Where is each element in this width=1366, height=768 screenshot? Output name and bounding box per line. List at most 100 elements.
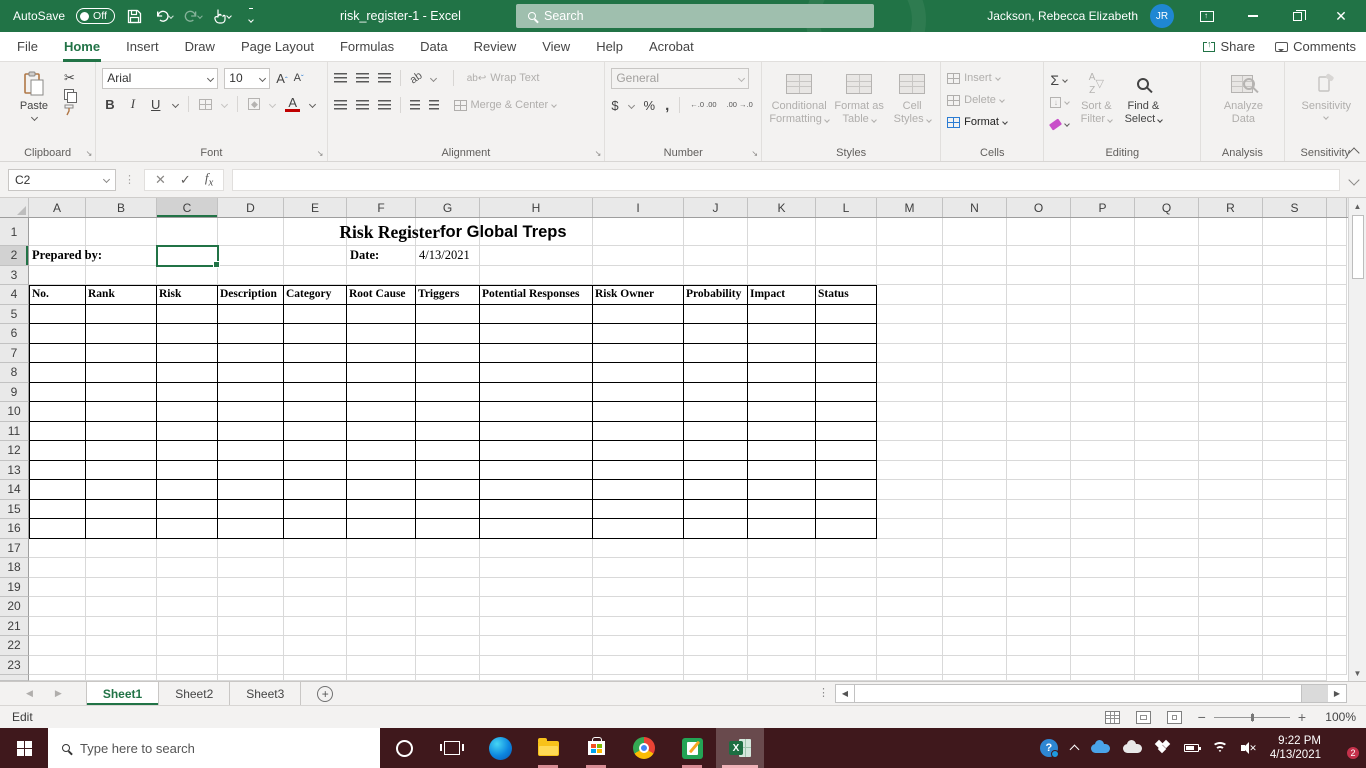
- cell-A14[interactable]: [29, 480, 86, 500]
- cell-L5[interactable]: [816, 304, 877, 324]
- cell-A18[interactable]: [29, 558, 86, 578]
- cell-D23[interactable]: [218, 655, 284, 675]
- cell-O6[interactable]: [1007, 324, 1071, 344]
- cell-O4[interactable]: [1007, 285, 1071, 305]
- tab-scroll-splitter[interactable]: ⋮: [818, 686, 829, 699]
- cell-P2[interactable]: [1071, 246, 1135, 266]
- cell-O1[interactable]: [1007, 218, 1071, 246]
- undo-icon[interactable]: [155, 7, 174, 25]
- taskbar-search-input[interactable]: [80, 740, 330, 756]
- cell-G12[interactable]: [416, 441, 480, 461]
- zoom-slider[interactable]: [1213, 712, 1290, 722]
- cell-K11[interactable]: [748, 421, 816, 441]
- cell-G23[interactable]: [416, 655, 480, 675]
- cell-N6[interactable]: [943, 324, 1007, 344]
- cell-M11[interactable]: [877, 421, 943, 441]
- cell-P22[interactable]: [1071, 636, 1135, 656]
- cell-R6[interactable]: [1199, 324, 1263, 344]
- cell-H2[interactable]: [480, 246, 593, 266]
- cell-J7[interactable]: [684, 343, 748, 363]
- cell-E12[interactable]: [284, 441, 347, 461]
- dropbox-icon[interactable]: [1154, 739, 1171, 755]
- cell-B21[interactable]: [86, 616, 157, 636]
- cell-I11[interactable]: [593, 421, 684, 441]
- cell-E6[interactable]: [284, 324, 347, 344]
- increase-font-size-icon[interactable]: Aˆ: [276, 71, 287, 86]
- cell-F6[interactable]: [347, 324, 416, 344]
- cell-H17[interactable]: [480, 538, 593, 558]
- format-cells-button[interactable]: Format: [947, 112, 1008, 132]
- name-box[interactable]: C2: [8, 168, 116, 191]
- cell-O5[interactable]: [1007, 304, 1071, 324]
- cell-B16[interactable]: [86, 519, 157, 539]
- cell-Q1[interactable]: [1135, 218, 1199, 246]
- sheet-tab-sheet2[interactable]: Sheet2: [159, 682, 231, 705]
- row-header-16[interactable]: 16: [0, 519, 29, 539]
- cell-B15[interactable]: [86, 499, 157, 519]
- cell-G15[interactable]: [416, 499, 480, 519]
- cell-C15[interactable]: [157, 499, 218, 519]
- tab-data[interactable]: Data: [407, 32, 460, 62]
- cell-M20[interactable]: [877, 597, 943, 617]
- cell-N12[interactable]: [943, 441, 1007, 461]
- row-header-20[interactable]: 20: [0, 597, 29, 617]
- cell-J9[interactable]: [684, 382, 748, 402]
- cell-C8[interactable]: [157, 363, 218, 383]
- cell-S4[interactable]: [1263, 285, 1327, 305]
- increase-indent-icon[interactable]: [428, 100, 439, 110]
- cell-P6[interactable]: [1071, 324, 1135, 344]
- cell-B14[interactable]: [86, 480, 157, 500]
- cell-J21[interactable]: [684, 616, 748, 636]
- number-dialog-launcher[interactable]: ↘: [751, 149, 758, 158]
- cell-F22[interactable]: [347, 636, 416, 656]
- cell-S2[interactable]: [1263, 246, 1327, 266]
- scroll-left-icon[interactable]: ◀: [836, 685, 854, 702]
- cell-Q3[interactable]: [1135, 265, 1199, 285]
- column-header-R[interactable]: R: [1199, 198, 1263, 217]
- cell-Q7[interactable]: [1135, 343, 1199, 363]
- cell-A22[interactable]: [29, 636, 86, 656]
- number-format-combo[interactable]: General: [611, 67, 750, 89]
- row-header-17[interactable]: 17: [0, 538, 29, 558]
- cell-F13[interactable]: [347, 460, 416, 480]
- fill-color-icon[interactable]: ◆: [248, 98, 261, 110]
- get-help-icon[interactable]: ?: [1039, 739, 1059, 758]
- cell-Q13[interactable]: [1135, 460, 1199, 480]
- cell-S10[interactable]: [1263, 402, 1327, 422]
- cell-P20[interactable]: [1071, 597, 1135, 617]
- cell-R1[interactable]: [1199, 218, 1263, 246]
- cell-L4[interactable]: Status: [816, 285, 877, 305]
- cell-G14[interactable]: [416, 480, 480, 500]
- cell-C20[interactable]: [157, 597, 218, 617]
- cell-Q15[interactable]: [1135, 499, 1199, 519]
- cell-R15[interactable]: [1199, 499, 1263, 519]
- vertical-scrollbar[interactable]: ▲ ▼: [1348, 198, 1366, 681]
- percent-style-icon[interactable]: %: [644, 98, 656, 113]
- cell-E10[interactable]: [284, 402, 347, 422]
- cell-R3[interactable]: [1199, 265, 1263, 285]
- cell-J16[interactable]: [684, 519, 748, 539]
- cell-I8[interactable]: [593, 363, 684, 383]
- cell-I4[interactable]: Risk Owner: [593, 285, 684, 305]
- cell-G19[interactable]: [416, 577, 480, 597]
- cell-I3[interactable]: [593, 265, 684, 285]
- cell-P5[interactable]: [1071, 304, 1135, 324]
- cell-P1[interactable]: [1071, 218, 1135, 246]
- cell-P12[interactable]: [1071, 441, 1135, 461]
- cell-K20[interactable]: [748, 597, 816, 617]
- cell-N14[interactable]: [943, 480, 1007, 500]
- cell-F20[interactable]: [347, 597, 416, 617]
- row-header-9[interactable]: 9: [0, 382, 29, 402]
- cell-C16[interactable]: [157, 519, 218, 539]
- excel-taskbar-button[interactable]: X: [716, 728, 764, 768]
- cell-S23[interactable]: [1263, 655, 1327, 675]
- cell-K10[interactable]: [748, 402, 816, 422]
- cell-B8[interactable]: [86, 363, 157, 383]
- cell-D22[interactable]: [218, 636, 284, 656]
- tab-review[interactable]: Review: [461, 32, 530, 62]
- cell-L3[interactable]: [816, 265, 877, 285]
- cell-L13[interactable]: [816, 460, 877, 480]
- cell-N21[interactable]: [943, 616, 1007, 636]
- cell-O14[interactable]: [1007, 480, 1071, 500]
- notes-app-button[interactable]: [668, 728, 716, 768]
